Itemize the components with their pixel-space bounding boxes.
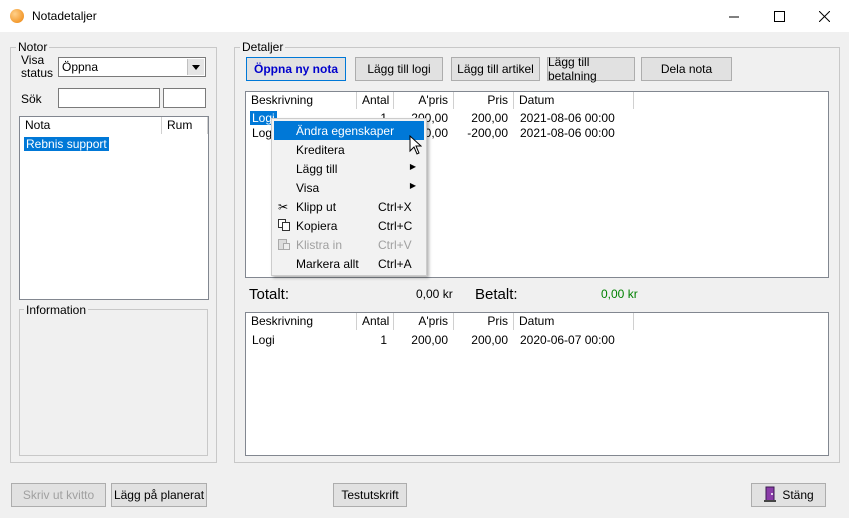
submenu-arrow-icon: ▶ [409,181,416,190]
status-select[interactable]: Öppna [58,57,206,77]
open-new-nota-button[interactable]: Öppna ny nota [246,57,346,81]
column-header-antal[interactable]: Antal [357,313,394,330]
table-row[interactable]: Logi 1 200,00 200,00 2020-06-07 00:00 [246,333,828,348]
column-header-datum[interactable]: Datum [514,92,634,109]
betalt-value: 0,00 kr [601,287,638,301]
menu-item-klistra-in[interactable]: Klistra in Ctrl+V [274,235,424,254]
cell-pris: -200,00 [467,126,508,140]
detaljer-group-label: Detaljer [240,40,286,54]
column-header-antal[interactable]: Antal [357,92,394,109]
menu-item-label: Klistra in [296,238,343,252]
visa-status-label: Visa status [21,53,54,80]
cell-apris: 200,00 [411,333,448,347]
menu-item-label: Ändra egenskaper [296,124,395,138]
context-menu: Ändra egenskaper Kreditera Lägg till ▶ V… [271,118,427,276]
menu-item-label: Lägg till [296,162,338,176]
search-input[interactable] [58,88,160,108]
cell-datum: 2021-08-06 00:00 [520,126,615,140]
column-header-datum[interactable]: Datum [514,313,634,330]
window-title: Notadetaljer [32,9,97,23]
search-label: Sök [21,92,42,106]
column-header-nota[interactable]: Nota [20,117,162,134]
column-header-pris[interactable]: Pris [454,92,514,109]
door-exit-icon [763,486,777,505]
column-header-apris[interactable]: A'pris [394,92,454,109]
add-betalning-button[interactable]: Lägg till betalning [547,55,635,83]
app-icon [10,9,24,23]
close-button[interactable]: Stäng [751,483,826,507]
menu-item-markera-allt[interactable]: Markera allt Ctrl+A [274,254,424,273]
submenu-arrow-icon: ▶ [409,162,416,171]
test-print-button[interactable]: Testutskrift [333,483,407,507]
totalt-value: 0,00 kr [416,287,453,301]
status-select-value: Öppna [62,60,99,74]
add-to-planned-button[interactable]: Lägg på planerat [111,483,207,507]
menu-item-klipp-ut[interactable]: ✂ Klipp ut Ctrl+X [274,197,424,216]
close-button-label: Stäng [782,488,814,502]
copy-icon [278,219,290,234]
menu-item-kreditera[interactable]: Kreditera [274,140,424,159]
print-receipt-button[interactable]: Skriv ut kvitto [11,483,106,507]
cell-antal: 1 [380,333,387,347]
menu-item-label: Visa [296,181,320,195]
cell-beskrivning: Logi [252,333,275,347]
cell-datum: 2021-08-06 00:00 [520,111,615,125]
minimize-button[interactable] [711,0,757,32]
split-nota-button[interactable]: Dela nota [641,57,732,81]
column-header-filler [634,92,828,109]
column-header-filler [634,313,828,330]
menu-item-label: Kreditera [296,143,345,157]
information-label: Information [24,303,89,317]
column-header-pris[interactable]: Pris [454,313,514,330]
column-header-rum[interactable]: Rum [162,117,208,134]
add-artikel-button[interactable]: Lägg till artikel [451,57,540,81]
cell-datum: 2020-06-07 00:00 [520,333,615,347]
close-window-button[interactable] [801,0,847,32]
menu-item-label: Markera allt [296,257,359,271]
menu-item-lagg-till[interactable]: Lägg till ▶ [274,159,424,178]
menu-item-label: Klipp ut [296,200,337,214]
menu-item-shortcut: Ctrl+A [378,257,412,271]
add-logi-button[interactable]: Lägg till logi [355,57,443,81]
maximize-button[interactable] [756,0,802,32]
menu-item-shortcut: Ctrl+V [378,238,412,252]
menu-item-andra-egenskaper[interactable]: Ändra egenskaper [274,121,424,140]
menu-item-visa[interactable]: Visa ▶ [274,178,424,197]
list-item[interactable]: Rebnis support [24,137,109,151]
notor-group-label: Notor [16,40,50,54]
column-header-apris[interactable]: A'pris [394,313,454,330]
column-header-beskrivning[interactable]: Beskrivning [246,313,357,330]
search-room-input[interactable] [163,88,206,108]
scissors-icon: ✂ [278,200,289,214]
menu-item-shortcut: Ctrl+C [378,219,413,233]
cell-pris: 200,00 [471,111,508,125]
lower-table[interactable]: Beskrivning Antal A'pris Pris Datum Logi… [245,312,829,456]
cell-pris: 200,00 [471,333,508,347]
menu-item-shortcut: Ctrl+X [378,200,412,214]
paste-icon [278,238,290,253]
menu-item-kopiera[interactable]: Kopiera Ctrl+C [274,216,424,235]
mouse-cursor-icon [409,134,423,158]
betalt-label: Betalt: [475,286,518,303]
column-header-beskrivning[interactable]: Beskrivning [246,92,357,109]
totalt-label: Totalt: [249,286,290,303]
information-group [19,309,208,456]
notor-list[interactable]: Nota Rum Rebnis support [19,116,209,300]
chevron-down-icon[interactable] [187,59,204,75]
menu-item-label: Kopiera [296,219,338,233]
